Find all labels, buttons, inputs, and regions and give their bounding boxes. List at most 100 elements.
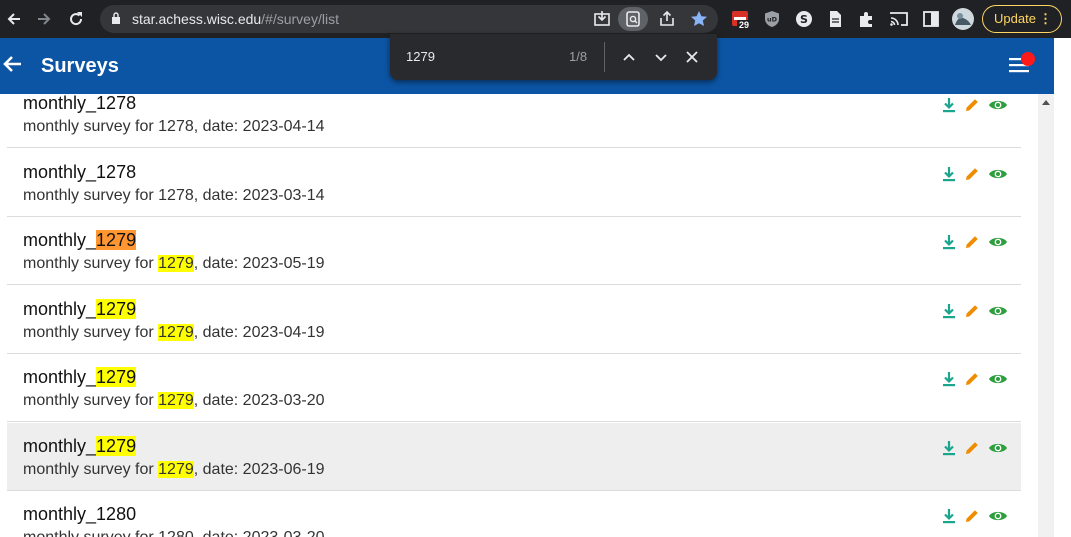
find-match-count: 1/8 [569, 49, 588, 64]
survey-desc-prefix: monthly survey for [23, 323, 159, 341]
url-path: /#/survey/list [261, 11, 339, 27]
survey-actions [940, 233, 1010, 253]
update-label: Update [994, 11, 1036, 26]
view-eye-icon[interactable] [988, 507, 1008, 525]
document-extension-icon[interactable] [825, 9, 845, 29]
survey-desc-rest: 1278, date: 2023-04-14 [158, 118, 325, 135]
survey-desc-rest: , date: 2023-06-19 [193, 460, 325, 478]
survey-list-item[interactable]: monthly_1279 monthly survey for 1279, dat… [7, 286, 1021, 354]
survey-name-rest: 1280 [96, 504, 137, 524]
survey-list-item[interactable]: monthly_1279 monthly survey for 1279, dat… [7, 217, 1021, 285]
find-input[interactable]: 1279 [406, 49, 435, 64]
survey-list-item[interactable]: monthly_1279monthly survey for 1279, dat… [7, 422, 1021, 491]
find-highlight: 1279 [158, 255, 194, 272]
survey-name-prefix: monthly_ [23, 298, 97, 319]
view-eye-icon[interactable] [988, 165, 1008, 183]
survey-actions [940, 96, 1010, 116]
survey-description: monthly survey for 1279, date: 2023-03-2… [23, 392, 325, 410]
url-host: star.achess.wisc.edu [132, 11, 262, 27]
scroll-up-icon[interactable] [1042, 100, 1050, 105]
survey-name-prefix: monthly_ [23, 161, 97, 182]
edit-pencil-icon[interactable] [963, 165, 981, 183]
download-icon[interactable] [940, 439, 958, 457]
find-highlight: 1279 [96, 230, 137, 250]
view-eye-icon[interactable] [988, 96, 1008, 114]
profile-avatar[interactable] [951, 7, 975, 31]
survey-name: monthly_1279 [23, 230, 137, 251]
s-extension-icon[interactable]: S [794, 9, 814, 29]
back-arrow-icon[interactable] [4, 9, 24, 29]
back-arrow-icon[interactable] [2, 53, 24, 75]
download-icon[interactable] [940, 302, 958, 320]
download-icon[interactable] [940, 165, 958, 183]
survey-name: monthly_1278 [23, 162, 136, 183]
survey-desc-prefix: monthly survey for [23, 529, 158, 537]
notification-dot [1021, 52, 1035, 66]
download-icon[interactable] [940, 507, 958, 525]
survey-desc-prefix: monthly survey for [23, 186, 159, 204]
download-icon[interactable] [940, 233, 958, 251]
view-eye-icon[interactable] [988, 370, 1008, 388]
survey-name: monthly_1279 [23, 298, 137, 320]
find-highlight: 1279 [158, 323, 194, 341]
survey-actions [940, 507, 1010, 527]
survey-name-rest: 1278 [96, 94, 137, 113]
survey-description: monthly survey for 1280, date: 2023-03-2… [23, 529, 325, 537]
find-next-icon[interactable] [652, 48, 670, 66]
find-previous-icon[interactable] [620, 48, 638, 66]
view-eye-icon[interactable] [988, 302, 1008, 320]
lock-icon [112, 12, 120, 24]
edit-pencil-icon[interactable] [963, 302, 981, 320]
find-in-page-icon[interactable] [618, 7, 648, 31]
survey-name-prefix: monthly_ [23, 367, 97, 387]
chrome-menu-icon[interactable]: ⋮ [1039, 6, 1052, 32]
survey-actions [940, 370, 1010, 390]
survey-list-item[interactable]: monthly_1278 monthly survey for 1278, dat… [7, 94, 1021, 148]
install-app-icon[interactable] [592, 9, 612, 29]
find-highlight: 1279 [158, 460, 194, 478]
find-highlight: 1279 [96, 435, 137, 456]
view-eye-icon[interactable] [988, 233, 1008, 251]
svg-text:S: S [800, 13, 808, 26]
find-highlight: 1279 [96, 367, 137, 387]
download-icon[interactable] [940, 370, 958, 388]
edit-pencil-icon[interactable] [963, 370, 981, 388]
svg-text:uD: uD [767, 16, 778, 24]
update-button[interactable]: Update ⋮ [982, 5, 1062, 33]
find-close-icon[interactable] [683, 48, 701, 66]
survey-list-item[interactable]: monthly_1279 monthly survey for 1279, dat… [7, 354, 1021, 422]
reload-icon[interactable] [66, 9, 86, 29]
survey-actions [940, 165, 1010, 185]
survey-desc-rest: 1280, date: 2023-03-20 [158, 529, 324, 537]
survey-name-prefix: monthly_ [23, 230, 97, 250]
survey-name: monthly_1278 [23, 94, 136, 114]
view-eye-icon[interactable] [988, 439, 1008, 457]
ublock-extension-icon[interactable]: uD [762, 9, 782, 29]
survey-desc-prefix: monthly survey for [23, 255, 159, 272]
survey-name: monthly_1280 [23, 504, 136, 525]
survey-description: monthly survey for 1279, date: 2023-06-1… [23, 460, 325, 479]
edit-pencil-icon[interactable] [963, 233, 981, 251]
forward-arrow-icon[interactable] [34, 9, 54, 29]
survey-name-prefix: monthly_ [23, 504, 97, 524]
cast-icon[interactable] [889, 9, 909, 29]
survey-list-item[interactable]: monthly_1280monthly survey for 1280, dat… [7, 491, 1021, 537]
survey-list-item[interactable]: monthly_1278monthly survey for 1278, dat… [7, 149, 1021, 217]
extensions-puzzle-icon[interactable] [857, 9, 877, 29]
share-icon[interactable] [657, 9, 677, 29]
side-panel-icon[interactable] [921, 9, 941, 29]
find-divider [604, 42, 605, 72]
survey-name: monthly_1279 [23, 435, 137, 457]
address-bar[interactable]: star.achess.wisc.edu/#/survey/list [100, 5, 718, 33]
survey-actions [940, 302, 1010, 322]
url-text: star.achess.wisc.edu/#/survey/list [132, 11, 339, 27]
download-icon[interactable] [940, 96, 958, 114]
survey-desc-prefix: monthly survey for [23, 392, 159, 409]
edit-pencil-icon[interactable] [963, 507, 981, 525]
edit-pencil-icon[interactable] [963, 96, 981, 114]
calendar-extension-icon[interactable]: 29 [731, 9, 752, 30]
survey-desc-rest: 1278, date: 2023-03-14 [158, 186, 325, 204]
bookmark-star-icon[interactable] [689, 9, 709, 29]
edit-pencil-icon[interactable] [963, 439, 981, 457]
scrollbar[interactable] [1038, 94, 1054, 537]
